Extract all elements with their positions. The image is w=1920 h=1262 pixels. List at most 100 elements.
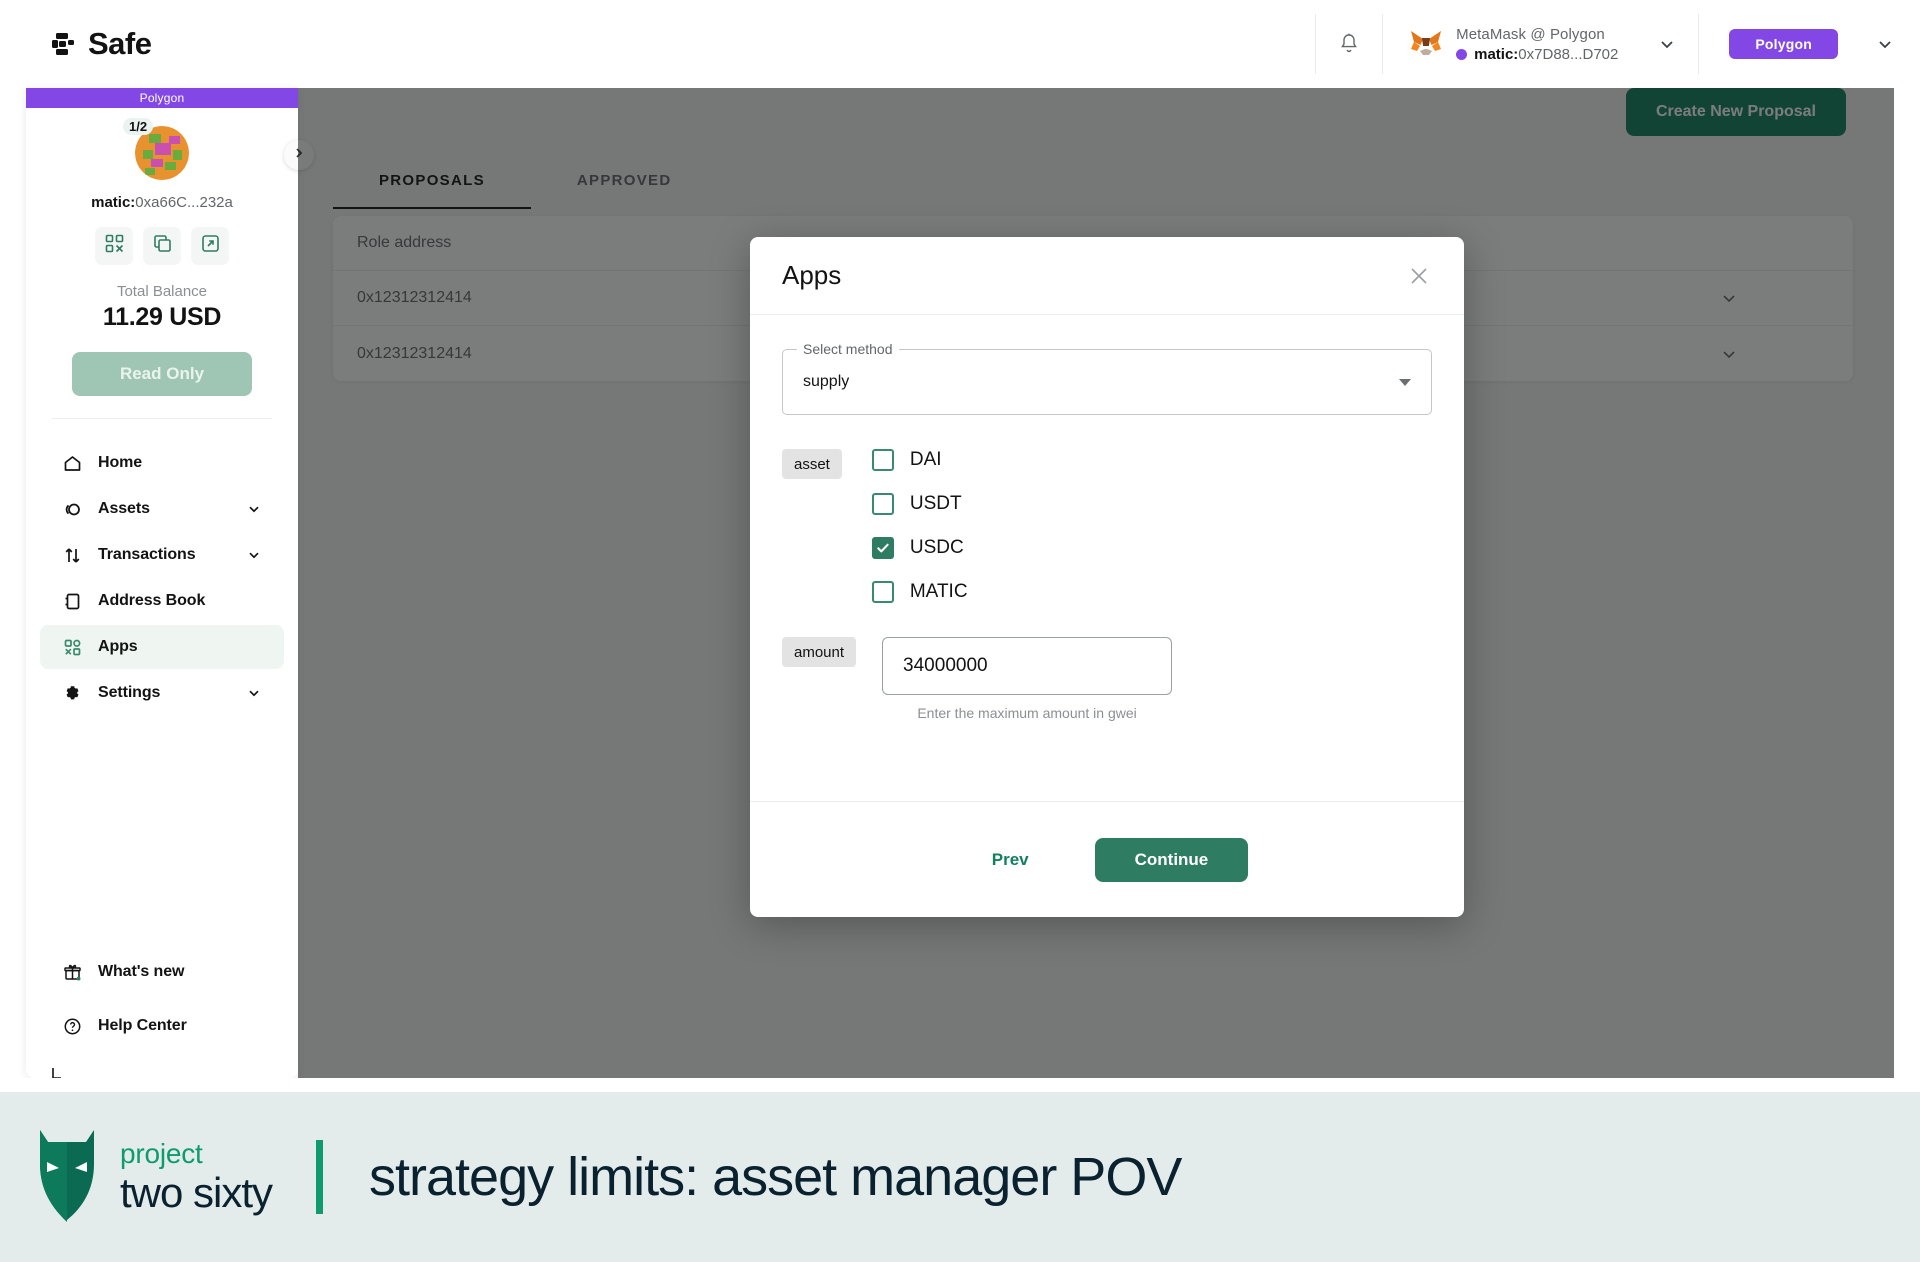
top-bar: Safe MetaMask @ Polygon matic:0x7D88...D…	[0, 0, 1920, 88]
bottom-banner: project two sixty strategy limits: asset…	[0, 1092, 1920, 1262]
sidebar-item-transactions[interactable]: Transactions	[40, 533, 284, 577]
safe-address-actions	[95, 227, 229, 265]
network-dot-icon	[1456, 48, 1468, 60]
modal-title: Apps	[782, 260, 842, 290]
open-explorer-button[interactable]	[191, 227, 229, 265]
safe-app-window: Safe MetaMask @ Polygon matic:0x7D88...D…	[0, 0, 1920, 1078]
project-two-sixty-wordmark: project two sixty	[120, 1138, 273, 1216]
safe-logo[interactable]: Safe	[48, 26, 152, 62]
wallet-address-value: 0x7D88...D702	[1518, 45, 1619, 63]
avatar: 1/2	[123, 118, 189, 180]
asset-option-usdt[interactable]: USDT	[871, 493, 968, 515]
logo-line-two-sixty: two sixty	[120, 1169, 273, 1216]
banner-divider	[316, 1140, 324, 1214]
chevron-down-icon[interactable]	[246, 547, 262, 563]
modal-footer: Prev Continue	[750, 801, 1464, 917]
safe-summary: 1/2 matic:0xa66C...232a Total Balance 11…	[26, 108, 298, 418]
sidebar-item-whats-new[interactable]: What's new	[40, 950, 284, 994]
sidebar: Polygon 1/2 matic:0xa66C...232a Total Ba…	[26, 88, 298, 1078]
wallet-selector[interactable]: MetaMask @ Polygon matic:0x7D88...D702	[1383, 0, 1636, 88]
sidebar-item-assets[interactable]: Assets	[40, 487, 284, 531]
checkbox-icon[interactable]	[871, 493, 894, 515]
checkbox-icon[interactable]	[871, 449, 894, 471]
select-method-value: supply	[803, 373, 850, 390]
chevron-down-icon	[1658, 35, 1676, 53]
safe-address-value: 0xa66C...232a	[135, 194, 233, 211]
safe-address: matic:0xa66C...232a	[91, 194, 233, 211]
checkbox-checked-icon[interactable]	[871, 537, 894, 559]
sidebar-item-settings[interactable]: Settings	[40, 671, 284, 715]
read-only-button[interactable]: Read Only	[72, 352, 252, 396]
asset-option-dai[interactable]: DAI	[871, 449, 968, 471]
notifications-button[interactable]	[1316, 0, 1382, 88]
sidebar-nav: Home Assets Transactions Address Book Ap…	[26, 419, 298, 715]
select-method-legend: Select method	[797, 341, 899, 357]
select-method-field[interactable]: Select method supply	[782, 341, 1432, 415]
amount-parameter-block: amount 34000000 Enter the maximum amount…	[782, 637, 1432, 721]
prev-button[interactable]: Prev	[966, 840, 1055, 880]
sidebar-item-help-center[interactable]: Help Center	[40, 1004, 284, 1048]
sidebar-item-label: Apps	[98, 638, 138, 655]
asset-option-usdc[interactable]: USDC	[871, 537, 968, 559]
project-two-sixty-logo: project two sixty	[34, 1126, 273, 1229]
continue-button[interactable]: Continue	[1094, 837, 1249, 882]
asset-option-matic[interactable]: MATIC	[871, 581, 968, 603]
amount-helper-text: Enter the maximum amount in gwei	[917, 705, 1137, 721]
chevron-down-icon[interactable]	[246, 501, 262, 517]
wallet-address-row: matic:0x7D88...D702	[1456, 46, 1618, 63]
home-icon	[62, 453, 82, 473]
amount-input[interactable]: 34000000	[882, 637, 1173, 695]
asset-option-label: USDC	[909, 537, 964, 558]
threshold-badge: 1/2	[123, 118, 154, 135]
sidebar-item-label: Assets	[98, 500, 150, 517]
screenshot-root: Safe MetaMask @ Polygon matic:0x7D88...D…	[0, 0, 1920, 1262]
sidebar-item-label: Settings	[98, 684, 161, 701]
modal-body: Select method supply asset DAI USDT USDC…	[750, 315, 1464, 801]
logo-line-project: project	[120, 1138, 203, 1169]
total-balance-value: 11.29 USD	[102, 303, 222, 331]
network-chip[interactable]: Polygon	[1729, 29, 1838, 59]
network-selector[interactable]: Polygon	[1699, 0, 1920, 88]
safe-logo-icon	[48, 29, 78, 59]
sidebar-network-banner: Polygon	[26, 88, 298, 108]
chevron-down-icon[interactable]	[1876, 35, 1894, 53]
sidebar-item-home[interactable]: Home	[40, 441, 284, 485]
wallet-address-prefix: matic:	[1474, 45, 1519, 63]
sidebar-item-label: Address Book	[98, 592, 206, 609]
chevron-down-icon[interactable]	[246, 685, 262, 701]
amount-param-tag: amount	[782, 637, 857, 667]
qr-code-icon	[105, 234, 124, 258]
resize-corner-icon	[52, 1066, 62, 1078]
banner-title: strategy limits: asset manager POV	[369, 1147, 1182, 1207]
wallet-address: matic:0x7D88...D702	[1474, 46, 1618, 63]
modal-header: Apps	[750, 237, 1464, 315]
safe-address-prefix: matic:	[91, 194, 136, 211]
gift-icon	[62, 962, 82, 982]
apps-modal: Apps Select method supply asset DAI USDT…	[750, 237, 1464, 917]
external-link-icon	[201, 234, 220, 258]
total-balance-label: Total Balance	[116, 283, 208, 300]
close-icon[interactable]	[1406, 263, 1432, 289]
checkbox-icon[interactable]	[871, 581, 894, 603]
transfer-arrows-icon	[62, 545, 82, 565]
wallet-dropdown-toggle[interactable]	[1636, 0, 1698, 88]
caret-down-icon[interactable]	[1399, 378, 1411, 386]
copy-icon	[153, 234, 172, 258]
asset-option-label: DAI	[909, 449, 942, 470]
asset-param-tag: asset	[782, 449, 842, 479]
amount-field-wrap: 34000000 Enter the maximum amount in gwe…	[882, 637, 1173, 721]
sidebar-item-address-book[interactable]: Address Book	[40, 579, 284, 623]
bell-icon	[1338, 32, 1360, 56]
asset-option-label: USDT	[909, 493, 962, 514]
address-book-icon	[62, 591, 82, 611]
project-two-sixty-wolf-icon	[34, 1126, 100, 1229]
sidebar-item-apps[interactable]: Apps	[40, 625, 284, 669]
safe-logo-text: Safe	[88, 26, 152, 61]
top-bar-right: MetaMask @ Polygon matic:0x7D88...D702 P…	[1315, 0, 1920, 88]
copy-address-button[interactable]	[143, 227, 181, 265]
sidebar-item-label: Help Center	[98, 1017, 187, 1034]
sidebar-nav-bottom: What's new Help Center	[26, 950, 298, 1078]
qr-code-button[interactable]	[95, 227, 133, 265]
asset-option-label: MATIC	[909, 581, 968, 602]
metamask-fox-icon	[1409, 28, 1443, 60]
